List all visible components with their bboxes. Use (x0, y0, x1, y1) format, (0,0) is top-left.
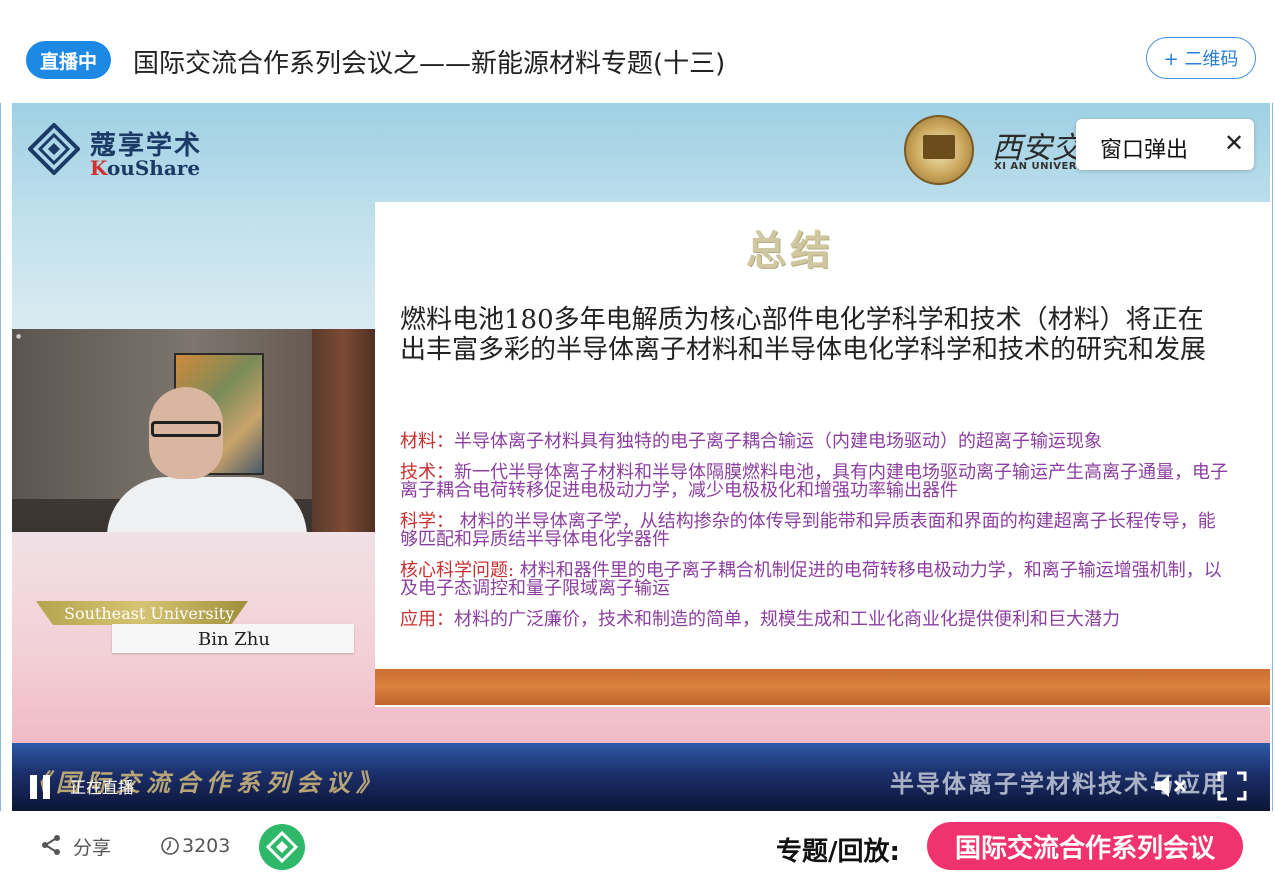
share-button[interactable]: 分享 (73, 833, 111, 860)
slide-bullet: 核心科学问题: 材料和器件里的电子离子耦合机制促进的电荷转移电极动力学，和离子输… (400, 560, 1222, 599)
topic-replay-label: 专题/回放: (776, 837, 900, 867)
slide-bullets: 材料：半导体离子材料具有独特的电子离子耦合输运（内建电场驱动）的超离子输运现象 … (400, 433, 1230, 642)
header: 直播中 国际交流合作系列会议之——新能源材料专题(十三) + 二维码 (0, 0, 1275, 103)
speaker-camera-feed: ● (12, 329, 375, 532)
share-icon[interactable] (40, 834, 62, 856)
popout-label[interactable]: 窗口弹出 (1100, 132, 1188, 164)
mute-icon[interactable] (1152, 771, 1190, 801)
close-icon[interactable]: ✕ (1224, 131, 1244, 155)
view-count: 3203 (182, 835, 231, 857)
koushare-en-name: KouShare (90, 156, 201, 180)
koushare-app-icon (265, 830, 299, 864)
qr-code-button[interactable]: + 二维码 (1146, 37, 1256, 79)
university-seal-icon (904, 115, 974, 185)
koushare-logo-icon (28, 123, 80, 175)
slide-bullet: 应用：材料的广泛廉价，技术和制造的简单，规模生成和工业化商业化提供便利和巨大潜力 (400, 609, 1120, 630)
popout-window-button[interactable]: 窗口弹出 ✕ (1076, 119, 1254, 170)
koushare-logo: 蔻享学术 KouShare (28, 119, 208, 180)
presentation-slide: 总结 燃料电池180多年电解质为核心部件电化学科学和技术（材料）将正在出丰富多彩… (375, 202, 1270, 707)
slide-bottom-bar (375, 669, 1270, 705)
speaker-organization: Southeast University (64, 604, 235, 623)
video-banner: 《国际交流合作系列会议》 半导体离子学材料技术与应用 正在直播 (12, 743, 1270, 811)
video-player[interactable]: 蔻享学术 KouShare 西安交通大学 XI AN UNIVERSITY 窗口… (12, 103, 1270, 811)
slide-main-text: 燃料电池180多年电解质为核心部件电化学科学和技术（材料）将正在出丰富多彩的半导… (400, 305, 1207, 365)
page-title: 国际交流合作系列会议之——新能源材料专题(十三) (133, 49, 726, 79)
topic-series-button[interactable]: 国际交流合作系列会议 (927, 822, 1243, 870)
live-status: 正在直播 (70, 778, 135, 797)
footer-bar: 分享 3203 专题/回放: 国际交流合作系列会议 (0, 811, 1275, 887)
slide-bullet: 科学： 材料的半导体离子学，从结构掺杂的体传导到能带和异质表面和界面的构建超离子… (400, 511, 1216, 550)
slide-bullet: 技术：新一代半导体离子材料和半导体隔膜燃料电池，具有内建电场驱动离子输运产生高离… (400, 462, 1228, 501)
fullscreen-icon[interactable] (1217, 771, 1247, 801)
live-badge: 直播中 (26, 41, 111, 79)
speaker-name: Bin Zhu (198, 629, 270, 650)
koushare-app-button[interactable] (259, 824, 305, 870)
view-count-icon (161, 837, 179, 855)
slide-title: 总结 (746, 228, 834, 274)
pause-icon[interactable] (26, 773, 54, 801)
slide-bullet: 材料：半导体离子材料具有独特的电子离子耦合输运（内建电场驱动）的超离子输运现象 (400, 431, 1102, 452)
